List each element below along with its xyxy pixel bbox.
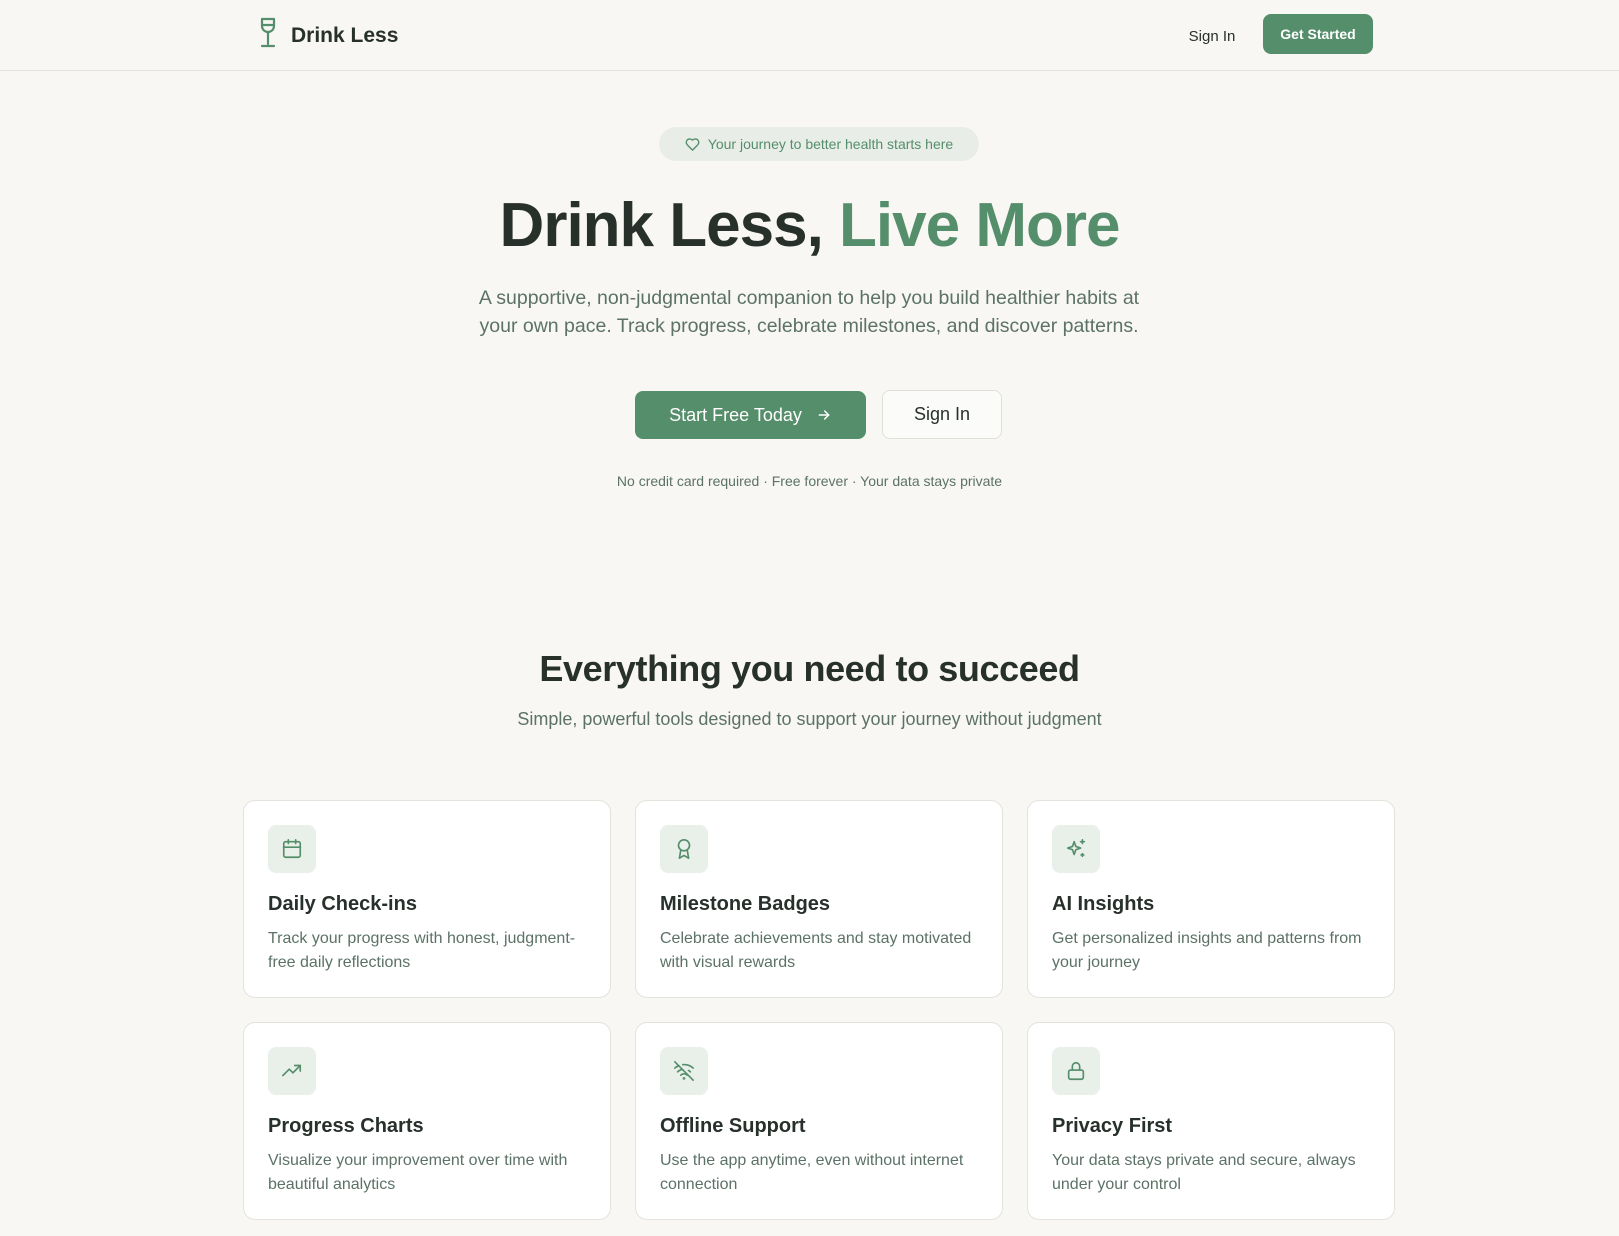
trending-up-icon	[268, 1047, 316, 1095]
feature-card-title: Daily Check-ins	[268, 893, 417, 915]
lock-icon	[1052, 1047, 1100, 1095]
feature-card-ai-insights: AI Insights Get personalized insights an…	[1027, 800, 1395, 998]
features-subtitle: Simple, powerful tools designed to suppo…	[517, 709, 1102, 729]
calendar-icon	[268, 825, 316, 873]
features-title: Everything you need to succeed	[539, 648, 1080, 689]
feature-card-desc: Get personalized insights and patterns f…	[1052, 930, 1362, 971]
feature-card-desc: Visualize your improvement over time wit…	[268, 1152, 568, 1193]
feature-card-daily-checkins: Daily Check-ins Track your progress with…	[243, 800, 611, 998]
feature-card-milestone-badges: Milestone Badges Celebrate achievements …	[635, 800, 1003, 998]
arrow-right-icon	[816, 407, 832, 423]
feature-card-privacy-first: Privacy First Your data stays private an…	[1027, 1022, 1395, 1220]
hero-sign-in-button[interactable]: Sign In	[882, 390, 1002, 439]
feature-card-title: Privacy First	[1052, 1115, 1173, 1137]
brand-name: Drink Less	[291, 23, 399, 47]
award-icon	[660, 825, 708, 873]
wifi-off-icon	[660, 1047, 708, 1095]
feature-card-title: AI Insights	[1052, 893, 1155, 915]
top-nav: Drink Less Sign In Get Started	[0, 0, 1619, 71]
feature-card-title: Offline Support	[660, 1115, 806, 1137]
feature-card-desc: Celebrate achievements and stay motivate…	[660, 930, 972, 971]
heart-icon	[685, 137, 700, 152]
feature-card-title: Progress Charts	[268, 1115, 424, 1137]
hero-note: No credit card required · Free forever ·…	[616, 473, 1003, 489]
start-free-label: Start Free Today	[669, 404, 802, 425]
wine-glass-icon	[255, 17, 281, 54]
hero-badge-text: Your journey to better health starts her…	[707, 136, 954, 152]
feature-card-title: Milestone Badges	[660, 893, 831, 915]
header-get-started-button[interactable]: Get Started	[1263, 14, 1373, 54]
hero-badge: Your journey to better health starts her…	[659, 127, 979, 161]
header-sign-in-button[interactable]: Sign In	[1172, 22, 1252, 50]
brand-logo-link[interactable]: Drink Less	[255, 17, 398, 54]
feature-card-desc: Track your progress with honest, judgmen…	[268, 930, 576, 971]
feature-card-progress-charts: Progress Charts Visualize your improveme…	[243, 1022, 611, 1220]
hero-title-main: Drink Less,	[499, 191, 840, 260]
feature-card-offline-support: Offline Support Use the app anytime, eve…	[635, 1022, 1003, 1220]
hero-title-accent: Live More	[839, 191, 1120, 260]
sparkles-icon	[1052, 825, 1100, 873]
hero-title: Drink Less, Live More	[0, 188, 1619, 264]
feature-card-desc: Use the app anytime, even without intern…	[660, 1152, 964, 1193]
feature-card-desc: Your data stays private and secure, alwa…	[1052, 1152, 1356, 1193]
start-free-button[interactable]: Start Free Today	[635, 391, 866, 439]
hero-subtitle: A supportive, non-judgmental companion t…	[478, 287, 1140, 337]
